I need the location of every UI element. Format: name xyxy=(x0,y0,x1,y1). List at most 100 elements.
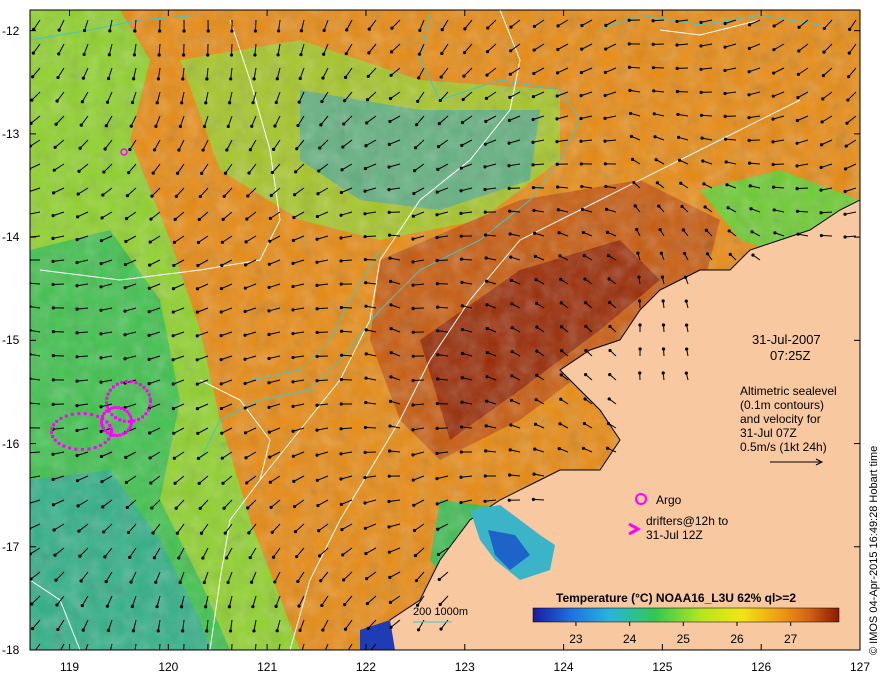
velocity-vector-head xyxy=(507,186,511,191)
velocity-vector-head xyxy=(751,253,755,257)
velocity-vector-head xyxy=(651,19,655,23)
velocity-vector-head xyxy=(75,404,79,408)
velocity-vector-head xyxy=(104,124,108,128)
velocity-vector-head xyxy=(460,304,464,308)
velocity-vector-head xyxy=(51,378,55,382)
velocity-vector-head xyxy=(99,332,103,336)
velocity-vector-head xyxy=(413,146,418,150)
velocity-vector-head xyxy=(437,577,441,582)
velocity-vector-head xyxy=(269,505,273,509)
velocity-vector-head xyxy=(702,182,706,186)
velocity-vector-head xyxy=(484,424,488,428)
velocity-vector-head xyxy=(364,551,368,556)
velocity-vector-head xyxy=(508,448,512,452)
velocity-vector-head xyxy=(606,421,611,426)
colorbar-tick-label: 26 xyxy=(730,632,744,646)
velocity-vector-head xyxy=(412,528,417,533)
velocity-vector-head xyxy=(819,188,823,192)
velocity-vector-head xyxy=(462,50,467,55)
velocity-vector-head xyxy=(199,531,204,535)
drifter-point xyxy=(96,414,100,418)
velocity-vector-head xyxy=(485,350,489,355)
velocity-vector-head xyxy=(252,629,256,633)
velocity-vector-head xyxy=(795,186,799,191)
velocity-vector-head xyxy=(628,88,632,93)
drifter-point xyxy=(129,418,133,422)
velocity-vector-head xyxy=(123,357,127,361)
velocity-vector-head xyxy=(220,263,224,267)
velocity-vector-head xyxy=(555,162,559,166)
velocity-vector-head xyxy=(339,259,343,263)
velocity-vector-head xyxy=(268,480,272,484)
velocity-vector-head xyxy=(366,626,370,630)
velocity-vector-head xyxy=(315,330,319,335)
velocity-vector-head xyxy=(771,162,775,167)
drifter-point xyxy=(115,433,119,437)
velocity-vector-head xyxy=(147,333,151,337)
velocity-vector-head xyxy=(275,629,279,633)
velocity-vector-head xyxy=(316,192,320,196)
velocity-vector-head xyxy=(55,99,59,103)
velocity-vector-head xyxy=(459,166,463,170)
velocity-vector-head xyxy=(195,287,200,291)
velocity-vector-head xyxy=(657,204,661,208)
velocity-vector-head xyxy=(321,76,325,80)
velocity-vector-head xyxy=(174,506,178,510)
velocity-vector-head xyxy=(124,480,129,485)
velocity-vector-head xyxy=(320,603,324,608)
drifter-point xyxy=(116,406,120,410)
velocity-vector-head xyxy=(820,120,824,124)
velocity-vector-head xyxy=(315,283,319,287)
velocity-vector-head xyxy=(128,147,132,152)
velocity-vector-head xyxy=(507,141,511,145)
velocity-vector-head xyxy=(796,72,800,76)
velocity-vector-head xyxy=(677,158,682,162)
velocity-vector-head xyxy=(460,400,464,404)
drifter-point xyxy=(106,392,110,396)
velocity-vector-head xyxy=(339,190,344,195)
drifter-point xyxy=(118,433,122,437)
velocity-vector-head xyxy=(843,212,847,216)
velocity-vector-head xyxy=(182,29,186,33)
velocity-vector-head xyxy=(436,353,440,357)
velocity-vector-head xyxy=(342,603,347,607)
velocity-vector-head xyxy=(364,281,368,285)
drifter-point xyxy=(90,413,94,417)
velocity-vector-head xyxy=(440,28,444,32)
velocity-vector-head xyxy=(322,653,325,656)
velocity-vector-head xyxy=(253,53,257,57)
velocity-vector-head xyxy=(460,280,464,284)
drifter-point xyxy=(93,446,97,450)
velocity-vector-head xyxy=(750,230,754,234)
velocity-vector-head xyxy=(99,405,103,409)
velocity-vector-head xyxy=(243,309,247,314)
drifter-point xyxy=(114,416,118,420)
drifter-point xyxy=(99,443,103,447)
velocity-vector-head xyxy=(270,170,274,175)
velocity-vector-head xyxy=(795,118,800,123)
velocity-vector-head xyxy=(339,305,344,310)
velocity-vector-head xyxy=(435,401,440,406)
velocity-vector-head xyxy=(365,577,369,581)
velocity-vector-head xyxy=(531,140,535,144)
velocity-vector-head xyxy=(683,275,688,279)
info-line: 31-Jul 07Z xyxy=(740,426,797,440)
velocity-vector-head xyxy=(509,255,513,259)
velocity-vector-head xyxy=(723,91,727,96)
velocity-vector-head xyxy=(704,228,708,232)
velocity-vector-head xyxy=(339,377,344,382)
velocity-vector-head xyxy=(123,309,127,313)
velocity-vector-head xyxy=(202,124,207,129)
velocity-vector-head xyxy=(82,28,87,33)
drifter-point xyxy=(105,396,109,400)
velocity-vector-head xyxy=(51,330,55,334)
velocity-vector-head xyxy=(388,575,392,579)
velocity-vector-head xyxy=(459,189,463,193)
velocity-vector-head xyxy=(607,277,611,281)
velocity-vector-head xyxy=(177,556,181,560)
velocity-vector-head xyxy=(438,98,442,103)
velocity-vector-head xyxy=(51,477,55,482)
lon-tick-label: 126 xyxy=(751,660,772,674)
velocity-vector-head xyxy=(435,477,439,481)
drifter-point xyxy=(108,423,112,427)
